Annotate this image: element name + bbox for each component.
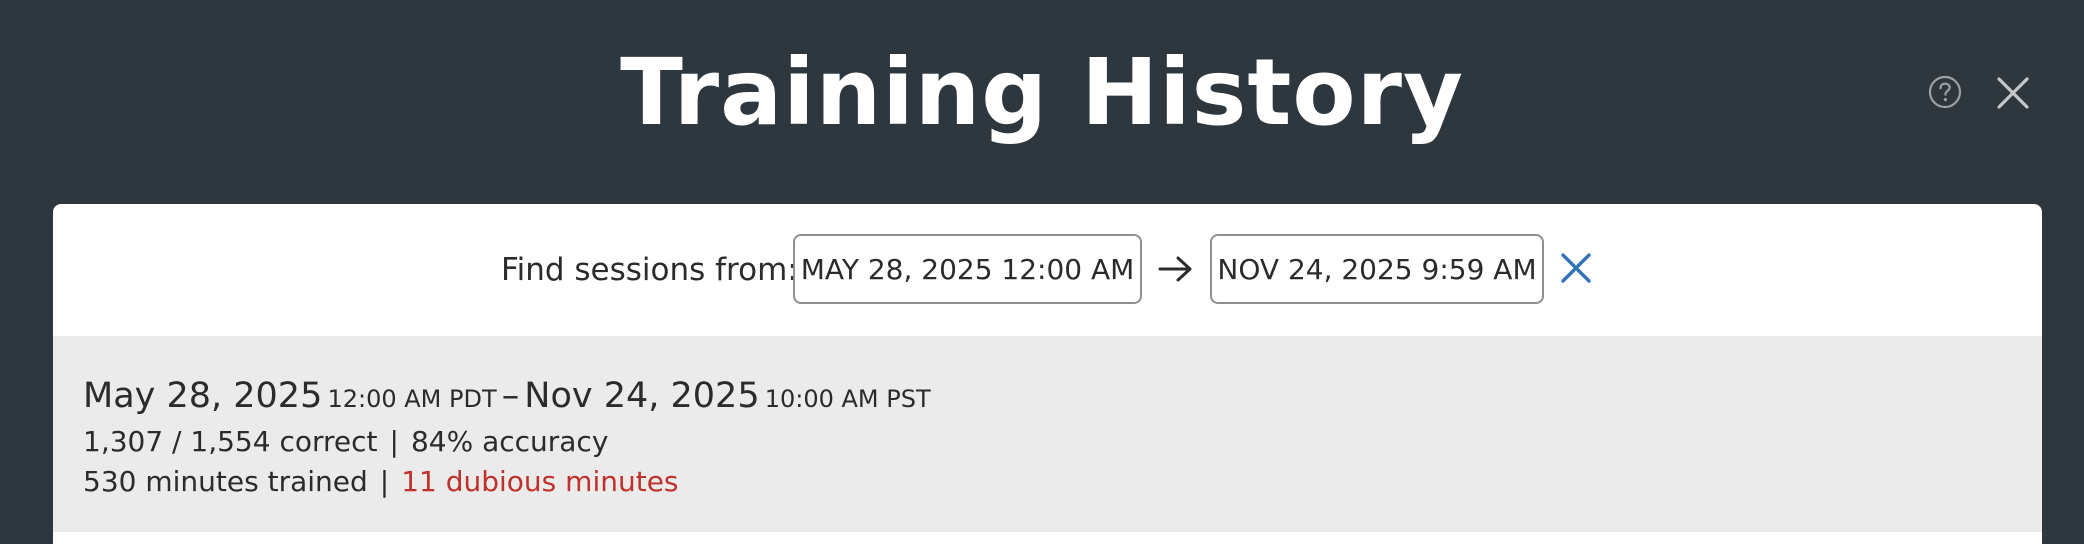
history-panel: Find sessions from: MAY 28, 2025 12:00 A… (53, 204, 2042, 544)
range-end-time: 10:00 AM PST (764, 385, 931, 413)
date-range: May 28, 2025 12:00 AM PDT – Nov 24, 2025… (83, 374, 931, 424)
range-end-date: Nov 24, 2025 (524, 376, 760, 416)
page-title: Training History (620, 39, 1464, 146)
range-start-date: May 28, 2025 (83, 376, 323, 416)
clear-x-icon[interactable] (1558, 250, 1594, 286)
time-stats: 530 minutes trained | 11 dubious minutes (83, 464, 679, 500)
date-from-value: MAY 28, 2025 12:00 AM (800, 252, 1135, 286)
date-to-input[interactable]: NOV 24, 2025 9:59 AM (1210, 234, 1544, 304)
date-from-input[interactable]: MAY 28, 2025 12:00 AM (793, 234, 1142, 304)
range-dash: – (501, 376, 520, 416)
date-to-value: NOV 24, 2025 9:59 AM (1217, 252, 1537, 286)
session-summary: May 28, 2025 12:00 AM PDT – Nov 24, 2025… (53, 336, 2042, 532)
help-circle-icon[interactable] (1928, 75, 1962, 109)
time-separator: | (379, 465, 390, 498)
dialog-header: Training History (0, 0, 2084, 204)
accuracy-stats: 1,307 / 1,554 correct | 84% accuracy (83, 424, 608, 460)
session-filter-bar: Find sessions from: MAY 28, 2025 12:00 A… (53, 204, 2042, 336)
arrow-right-icon (1158, 256, 1192, 282)
correct-count: 1,307 / 1,554 correct (83, 425, 378, 458)
accuracy-percent: 84% accuracy (410, 425, 609, 458)
stats-separator: | (389, 425, 399, 458)
dubious-minutes: 11 dubious minutes (401, 465, 679, 498)
close-icon[interactable] (1996, 76, 2030, 110)
minutes-trained: 530 minutes trained (83, 465, 368, 498)
range-start-time: 12:00 AM PDT (327, 385, 497, 413)
filter-label: Find sessions from: (501, 252, 798, 288)
